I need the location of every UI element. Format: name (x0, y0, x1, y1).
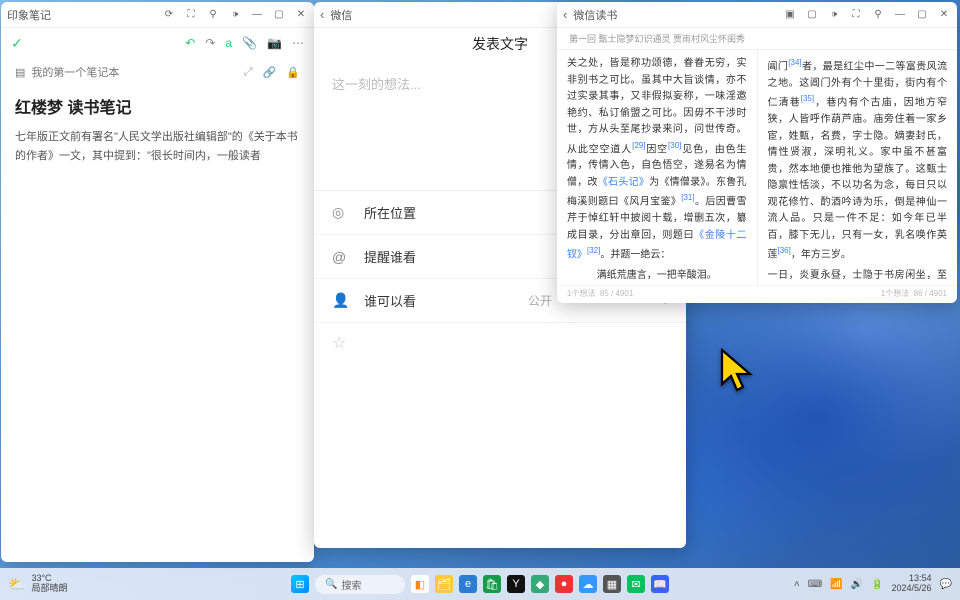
app4-icon[interactable]: ☁ (579, 575, 597, 593)
wr-min-icon[interactable]: — (893, 8, 907, 22)
expand-icon[interactable]: ⛶ (184, 8, 198, 22)
app5-icon[interactable]: ▦ (603, 575, 621, 593)
minimize-icon[interactable]: — (250, 8, 264, 22)
app3-icon[interactable]: ● (555, 575, 573, 593)
note-body[interactable]: 七年版正文前有署名"人民文学出版社编辑部"的《关于本书的作者》一文，其中提到："… (1, 124, 314, 169)
wechat-window-title: 微信 (330, 7, 352, 23)
redo-icon[interactable]: ↷ (205, 36, 215, 50)
camera-icon[interactable]: 📷 (267, 36, 282, 50)
weread-taskbar-icon[interactable]: 📖 (651, 575, 669, 593)
maximize-icon[interactable]: ▢ (272, 8, 286, 22)
lock-icon[interactable]: 🔒 (286, 66, 300, 79)
wr-close-icon[interactable]: ✕ (937, 8, 951, 22)
evernote-titlebar[interactable]: 印象笔记 ⟳ ⛶ ⚲ 🕩 — ▢ ✕ (1, 2, 314, 28)
weather-desc: 局部晴朗 (31, 584, 67, 594)
taskbar-search[interactable]: 🔍 搜索 (315, 575, 405, 594)
back2-icon[interactable]: ‹ (563, 7, 573, 22)
explorer-icon[interactable]: 🗂 (435, 575, 453, 593)
wr-pin-icon[interactable]: ⚲ (871, 8, 885, 22)
start-button[interactable]: ⊞ (291, 575, 309, 593)
wr-max-icon[interactable]: ▢ (915, 8, 929, 22)
wr-expand-icon[interactable]: ⛶ (849, 8, 863, 22)
person-icon: 👤 (332, 292, 350, 309)
tray-ime-icon[interactable]: ⌨ (808, 579, 822, 590)
tray-battery-icon[interactable]: 🔋 (871, 579, 883, 590)
pin-icon[interactable]: ⚲ (206, 8, 220, 22)
wr-video-icon[interactable]: ▢ (805, 8, 819, 22)
search-placeholder: 搜索 (341, 577, 361, 592)
visibility-value: 公开 (528, 292, 552, 309)
evernote-window-title: 印象笔记 (7, 7, 51, 23)
visibility-label: 谁可以看 (364, 291, 416, 310)
tray-chevron-icon[interactable]: ˄ (794, 579, 800, 590)
reader-footer: 1个想法 85 / 4901 1个想法 86 / 4901 (557, 285, 957, 303)
evernote-toolbar: ✓ ↶ ↷ a 📎 📷 ⋯ (1, 28, 314, 58)
taskbar-clock[interactable]: 13:54 2024/5/26 (892, 574, 932, 594)
favorite-star[interactable]: ☆ (314, 323, 686, 363)
notifications-icon[interactable]: 💬 (940, 579, 952, 590)
attachment-icon[interactable]: 📎 (242, 36, 257, 50)
taskbar-weather[interactable]: ⛅ 33°C 局部晴朗 (8, 574, 67, 594)
mention-label: 提醒谁看 (364, 247, 416, 266)
wechat-taskbar-icon[interactable]: ✉ (627, 575, 645, 593)
annotation-icon[interactable]: a (225, 36, 232, 50)
more-icon[interactable]: ⋯ (292, 36, 304, 50)
taskview-icon[interactable]: ◧ (411, 575, 429, 593)
checkmark-icon[interactable]: ✓ (11, 35, 23, 52)
weread-window: ‹ 微信读书 ▣ ▢ 🕩 ⛶ ⚲ — ▢ ✕ 第一回 甄士隐梦幻识通灵 贾雨村风… (557, 2, 957, 303)
weread-titlebar[interactable]: ‹ 微信读书 ▣ ▢ 🕩 ⛶ ⚲ — ▢ ✕ (557, 2, 957, 28)
back-icon[interactable]: ‹ (320, 7, 330, 22)
location-icon: ◎ (332, 204, 350, 221)
notebook-name: 我的第一个笔记本 (31, 64, 119, 80)
tray-wifi-icon[interactable]: 📶 (830, 579, 842, 590)
reader-pages[interactable]: 关之处，皆是称功颂德，眷眷无穷，实非别书之可比。虽其中大旨谈情，亦不过实录其事，… (557, 50, 957, 285)
evernote-window: 印象笔记 ⟳ ⛶ ⚲ 🕩 — ▢ ✕ ✓ ↶ ↷ a 📎 📷 ⋯ ▤ 我的第一个… (1, 2, 314, 562)
taskbar[interactable]: ⛅ 33°C 局部晴朗 ⊞ 🔍 搜索 ◧ 🗂 e 🛍 Y ◆ ● ☁ ▦ ✉ 📖… (0, 568, 960, 600)
taskbar-center: ⊞ 🔍 搜索 ◧ 🗂 e 🛍 Y ◆ ● ☁ ▦ ✉ 📖 (291, 575, 669, 594)
notebook-row[interactable]: ▤ 我的第一个笔记本 ⤢ 🔗 🔒 (1, 58, 314, 86)
taskbar-tray: ˄ ⌨ 📶 🔊 🔋 13:54 2024/5/26 💬 (794, 574, 952, 594)
undo-icon[interactable]: ↶ (185, 36, 195, 50)
store-icon[interactable]: 🛍 (483, 575, 501, 593)
app1-icon[interactable]: Y (507, 575, 525, 593)
notebook-icon: ▤ (15, 66, 25, 79)
mute-icon[interactable]: 🕩 (228, 8, 242, 22)
wr-sound-icon[interactable]: 🕩 (827, 8, 841, 22)
evernote-titlebar-icons: ⟳ ⛶ ⚲ 🕩 — ▢ ✕ (162, 8, 308, 22)
expand-note-icon[interactable]: ⤢ (244, 66, 253, 79)
weather-icon: ⛅ (8, 576, 25, 593)
link-icon[interactable]: 🔗 (263, 66, 277, 79)
sync-icon[interactable]: ⟳ (162, 8, 176, 22)
note-title[interactable]: 红楼梦 读书笔记 (1, 86, 314, 124)
edge-icon[interactable]: e (459, 575, 477, 593)
location-label: 所在位置 (364, 203, 416, 222)
tray-volume-icon[interactable]: 🔊 (851, 579, 863, 590)
wr-screenshot-icon[interactable]: ▣ (783, 8, 797, 22)
mention-icon: @ (332, 249, 350, 265)
chapter-title: 第一回 甄士隐梦幻识通灵 贾雨村风尘怀闺秀 (557, 28, 957, 50)
app2-icon[interactable]: ◆ (531, 575, 549, 593)
page-right: 阊门[34]者，最是红尘中一二等富贵风流之地。这阊门外有个十里街，街内有个仁清巷… (757, 50, 958, 285)
page-left: 关之处，皆是称功颂德，眷眷无穷，实非别书之可比。虽其中大旨谈情，亦不过实录其事，… (557, 50, 757, 285)
close-icon[interactable]: ✕ (294, 8, 308, 22)
search-icon: 🔍 (325, 579, 337, 590)
weread-window-title: 微信读书 (573, 7, 617, 23)
clock-date: 2024/5/26 (892, 584, 932, 594)
